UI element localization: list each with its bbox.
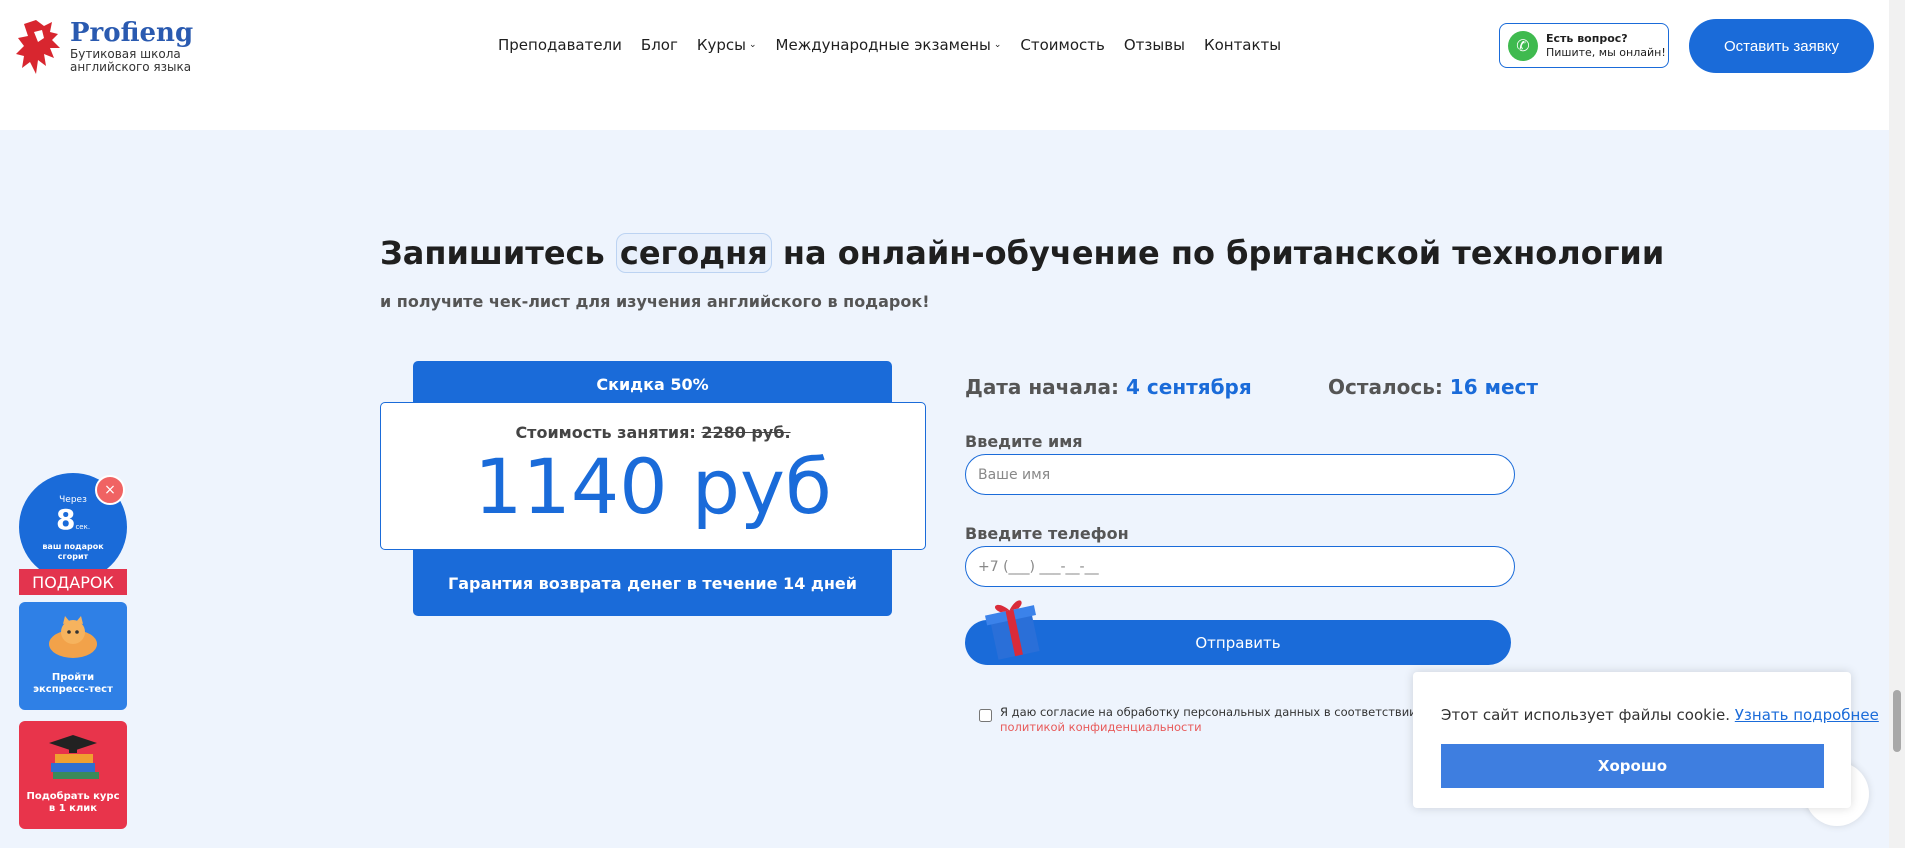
seats-left: Осталось: 16 мест <box>1328 375 1538 399</box>
close-icon[interactable]: × <box>95 475 125 505</box>
money-back-guarantee: Гарантия возврата денег в течение 14 дне… <box>413 550 892 616</box>
express-test-card[interactable]: Пройти экспресс-тест <box>19 602 127 710</box>
price-box: Стоимость занятия: 2280 руб. 1140 руб <box>380 402 926 550</box>
cookie-more-link[interactable]: Узнать подробнее <box>1735 706 1879 724</box>
cat-illustration-icon <box>49 616 97 658</box>
page-title: Запишитесь сегодня на онлайн-обучение по… <box>380 233 1665 273</box>
phone-label: Введите телефон <box>965 524 1129 543</box>
whatsapp-title: Есть вопрос? <box>1546 31 1628 45</box>
submit-button[interactable]: Отправить <box>965 620 1511 665</box>
whatsapp-button[interactable]: ✆ Есть вопрос? Пишите, мы онлайн! <box>1499 23 1669 68</box>
nav-reviews[interactable]: Отзывы <box>1124 36 1185 54</box>
logo-name: Profieng <box>70 18 194 48</box>
title-highlight: сегодня <box>615 233 772 273</box>
consent-row: Я даю согласие на обработку персональных… <box>979 705 1449 735</box>
phone-input[interactable] <box>965 546 1515 587</box>
nav-contacts[interactable]: Контакты <box>1204 36 1281 54</box>
nav-pricing[interactable]: Стоимость <box>1020 36 1104 54</box>
nav-exams[interactable]: Международные экзамены ⌄ <box>776 36 1002 54</box>
privacy-policy-link[interactable]: политикой конфиденциальности <box>1000 720 1202 734</box>
start-date: Дата начала: 4 сентября <box>965 375 1252 399</box>
whatsapp-icon: ✆ <box>1508 30 1538 61</box>
nav-teachers[interactable]: Преподаватели <box>498 36 622 54</box>
chevron-down-icon: ⌄ <box>993 40 1002 50</box>
consent-text: Я даю согласие на обработку персональных… <box>1000 705 1427 734</box>
gift-icon <box>985 600 1040 660</box>
page-subtitle: и получите чек-лист для изучения английс… <box>380 292 930 311</box>
discount-badge: Скидка 50% <box>413 361 892 407</box>
chevron-down-icon: ⌄ <box>749 40 757 50</box>
nav-courses[interactable]: Курсы ⌄ <box>697 36 757 54</box>
logo[interactable]: Profieng Бутиковая школа английского язы… <box>14 18 193 78</box>
site-header: Profieng Бутиковая школа английского язы… <box>0 0 1889 130</box>
lion-logo-icon <box>16 20 60 74</box>
new-price: 1140 руб <box>474 442 832 531</box>
pick-course-card[interactable]: Подобрать курс в 1 клик <box>19 721 127 829</box>
cookie-text: Этот сайт использует файлы cookie. Узнат… <box>1441 706 1879 724</box>
logo-subtitle-2: английского языка <box>70 60 192 74</box>
whatsapp-subtitle: Пишите, мы онлайн! <box>1546 45 1666 59</box>
leave-request-button[interactable]: Оставить заявку <box>1689 19 1874 73</box>
consent-checkbox[interactable] <box>979 709 992 722</box>
cookie-banner: Этот сайт использует файлы cookie. Узнат… <box>1413 672 1879 808</box>
books-graduation-cap-icon <box>49 735 99 779</box>
old-price: 2280 руб. <box>701 423 791 442</box>
timer-value: 8сек. <box>55 503 91 536</box>
price-label: Стоимость занятия: 2280 руб. <box>515 423 791 442</box>
gift-tag[interactable]: ПОДАРОК <box>19 569 127 595</box>
nav-blog[interactable]: Блог <box>641 36 678 54</box>
name-input[interactable] <box>965 454 1515 495</box>
name-label: Введите имя <box>965 432 1083 451</box>
scrollbar-thumb[interactable] <box>1893 690 1901 752</box>
main-nav: Преподаватели Блог Курсы ⌄ Международные … <box>498 36 1281 54</box>
cookie-accept-button[interactable]: Хорошо <box>1441 744 1824 788</box>
